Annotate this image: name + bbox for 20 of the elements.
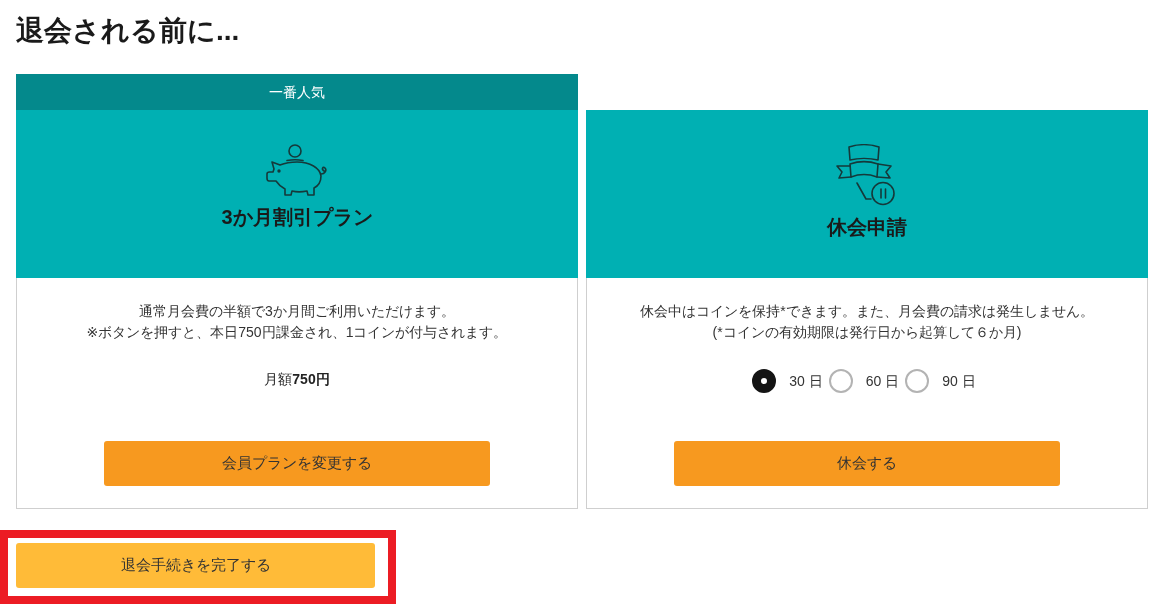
card-title: 3か月割引プラン	[221, 205, 373, 229]
description-text: ※ボタンを押すと、本日750円課金され、1コインが付与されます。	[86, 323, 508, 342]
page-title: 退会される前に...	[16, 14, 240, 48]
radio-button[interactable]	[828, 369, 853, 393]
description-text: (*コインの有効期限は発行日から起算して６か月)	[712, 323, 1022, 342]
popular-badge: 一番人気	[16, 74, 578, 110]
piggy-bank-coin-icon	[265, 144, 329, 196]
radio-label[interactable]: 60 日	[865, 371, 900, 391]
radio-label[interactable]: 30 日	[789, 371, 823, 391]
description-text: 通常月会費の半額で3か月間ご利用いただけます。	[139, 302, 455, 321]
ribbon-pause-icon	[836, 144, 898, 206]
radio-label[interactable]: 90 日	[942, 371, 976, 391]
card-title: 休会申請	[827, 215, 907, 239]
radio-button[interactable]	[752, 369, 777, 393]
action-button[interactable]: 休会する	[674, 441, 1060, 486]
price-text: 月額750円	[264, 370, 330, 389]
action-button[interactable]: 会員プランを変更する	[104, 441, 490, 486]
description-text: 休会中はコインを保持*できます。また、月会費の請求は発生しません。	[640, 302, 1094, 321]
complete-withdrawal-button[interactable]: 退会手続きを完了する	[16, 543, 375, 588]
radio-button[interactable]	[905, 369, 930, 393]
